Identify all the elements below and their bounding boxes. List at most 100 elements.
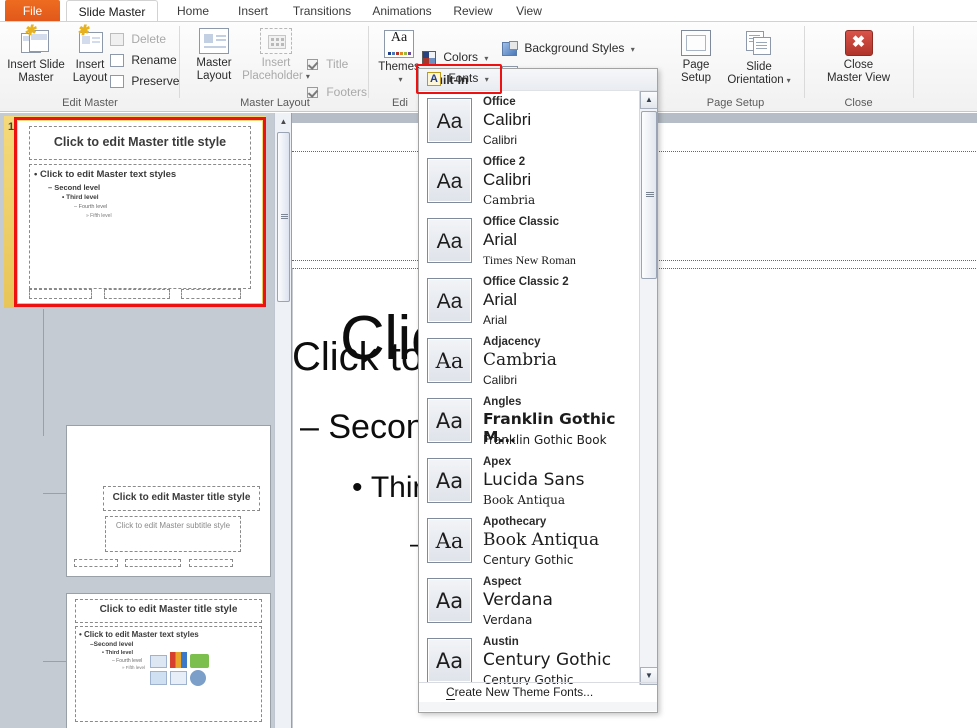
font-theme-item[interactable]: Aa Austin Century Gothic Century Gothic [419,631,641,685]
delete-label: Delete [131,32,167,46]
font-theme-swatch-glyph: Aa [436,170,463,193]
font-theme-swatch-glyph: Aa [436,230,463,253]
t3-body-level2: –Second level [90,641,134,648]
tab-view[interactable]: View [504,0,554,22]
font-theme-item[interactable]: Aa Apothecary Book Antiqua Century Gothic [419,511,641,571]
themes-label: Themes [378,61,420,73]
font-theme-item[interactable]: Aa Apex Lucida Sans Book Antiqua [419,451,641,511]
fonts-a-icon: A [427,71,441,86]
insert-layout-button[interactable]: ✱ Insert Layout [68,23,112,84]
t3-body-level5: » Fifth level [122,665,146,670]
powerpoint-window: File Slide Master Home Insert Transition… [0,0,977,728]
font-theme-item[interactable]: Aa Adjacency Cambria Calibri [419,331,641,391]
slide-orientation-caret-icon[interactable]: ▾ [787,76,791,85]
font-theme-item[interactable]: Aa Aspect Verdana Verdana [419,571,641,631]
colors-label: Colors [443,50,479,64]
create-new-theme-fonts-accel: C [446,685,455,700]
background-styles-caret-icon[interactable]: ▾ [631,45,635,54]
font-theme-swatch-glyph: Aa [435,469,464,493]
close-master-view-button[interactable]: ✖ Close Master View [806,30,911,84]
gallery-scroll-thumb[interactable] [641,111,657,279]
slide-orientation-button[interactable]: Slide Orientation ▾ [720,30,798,87]
insert-slide-master-button[interactable]: ✱ Insert Slide Master [4,23,68,84]
themes-caret-icon[interactable]: ▾ [379,74,422,87]
font-theme-major-font: Cambria [483,350,557,370]
title-checkbox-box[interactable] [307,59,318,71]
themes-button[interactable]: Aa Themes ▾ [376,30,422,86]
fonts-label: Fonts [448,71,479,85]
font-theme-item[interactable]: Aa Office Calibri Calibri [419,91,641,151]
title-label: Title [326,57,349,71]
close-x-icon: ✖ [844,30,873,56]
font-theme-item[interactable]: Aa Office Classic 2 Arial Arial [419,271,641,331]
gallery-scroll-up-button[interactable]: ▲ [640,91,657,109]
t3-body-level1: • Click to edit Master text styles [79,630,199,639]
tab-review[interactable]: Review [442,0,504,22]
master-layout-button[interactable]: Master Layout [187,28,241,82]
tab-transitions[interactable]: Transitions [282,0,362,22]
thumbnail-2[interactable]: Click to edit Master title style Click t… [66,425,271,577]
font-theme-item[interactable]: Aa Office Classic Arial Times New Roman [419,211,641,271]
font-theme-swatch-icon: Aa [427,398,472,443]
colors-swatch-icon [422,50,436,65]
insert-placeholder-label-1: Insert [261,57,291,69]
rename-master-button[interactable]: Rename [110,52,177,68]
level2-bullet: – [300,408,319,446]
font-theme-swatch-icon: Aa [427,458,472,503]
tab-home[interactable]: Home [162,0,224,22]
page-setup-label-1: Page [682,59,710,71]
preserve-label: Preserve [131,74,180,88]
font-theme-name: Angles [483,396,522,408]
insert-slide-master-label-1: Insert Slide [7,59,65,71]
insert-picture-icon[interactable] [150,671,167,685]
colors-button[interactable]: Colors ▾ [422,49,488,67]
t3-body-level5-text: Fifth level [125,665,146,670]
group-separator [913,26,914,98]
insert-placeholder-caret-icon[interactable]: ▾ [306,72,310,81]
background-styles-label: Background Styles [524,41,625,55]
delete-master-button[interactable]: Delete [110,31,166,47]
insert-media-icon[interactable] [190,670,206,686]
font-theme-minor-font: Times New Roman [483,253,576,267]
group-separator [804,26,805,98]
gallery-font-list[interactable]: Aa Office Calibri Calibri Aa Office 2 Calibri C… [419,91,641,685]
tab-animations[interactable]: Animations [362,0,442,22]
group-label-close: Close [844,97,873,109]
fonts-button[interactable]: A Fonts ▾ [427,70,489,88]
font-theme-major-font: Book Antiqua [483,530,600,550]
tab-slide-master[interactable]: Slide Master [66,0,158,22]
font-theme-name: Office [483,96,516,108]
font-theme-minor-font: Century Gothic [483,553,574,567]
thumbnail-scroll-up-button[interactable]: ▲ [275,113,291,130]
insert-table-icon[interactable] [150,655,167,668]
group-label-master-layout: Master Layout [240,97,310,109]
t3-title-placeholder: Click to edit Master title style [75,599,262,623]
insert-layout-label-1: Insert [75,59,105,71]
background-styles-icon [502,40,518,56]
font-theme-swatch-glyph: Aa [435,349,464,373]
title-checkbox[interactable]: Title [307,56,348,72]
tab-file[interactable]: File [5,0,60,22]
t2-date-placeholder [74,559,118,567]
thumbnail-scroll-thumb[interactable] [277,132,290,302]
font-theme-item[interactable]: Aa Angles Franklin Gothic M... Franklin Got… [419,391,641,451]
background-styles-button[interactable]: Background Styles ▾ [502,40,635,58]
insert-placeholder-button[interactable]: Insert Placeholder ▾ [239,28,313,83]
create-new-theme-fonts-button[interactable]: Create New Theme Fonts... [419,683,657,701]
thumbnail-3[interactable]: Click to edit Master title style • Click… [66,593,271,728]
thumbnail-pane-scrollbar[interactable]: ▲ [274,113,291,728]
tab-insert[interactable]: Insert [224,0,282,22]
colors-caret-icon[interactable]: ▾ [484,54,488,63]
insert-chart-icon[interactable] [170,652,187,668]
page-setup-button[interactable]: Page Setup [672,30,720,84]
insert-smartart-icon[interactable] [190,654,209,668]
preserve-master-button[interactable]: Preserve [110,73,179,89]
group-separator [179,26,180,98]
gallery-scrollbar[interactable]: ▲ ▼ [639,91,657,685]
theme-fonts-gallery[interactable]: Built-In Aa Office Calibri Calibri Aa Office … [418,68,658,713]
font-theme-item[interactable]: Aa Office 2 Calibri Cambria [419,151,641,211]
fonts-caret-icon[interactable]: ▾ [485,75,489,84]
slide-thumbnail-pane[interactable]: 1 Click to edit Master title style • Cli… [0,113,292,728]
insert-clipart-icon[interactable] [170,671,187,685]
gallery-resize-grip[interactable] [419,702,657,711]
